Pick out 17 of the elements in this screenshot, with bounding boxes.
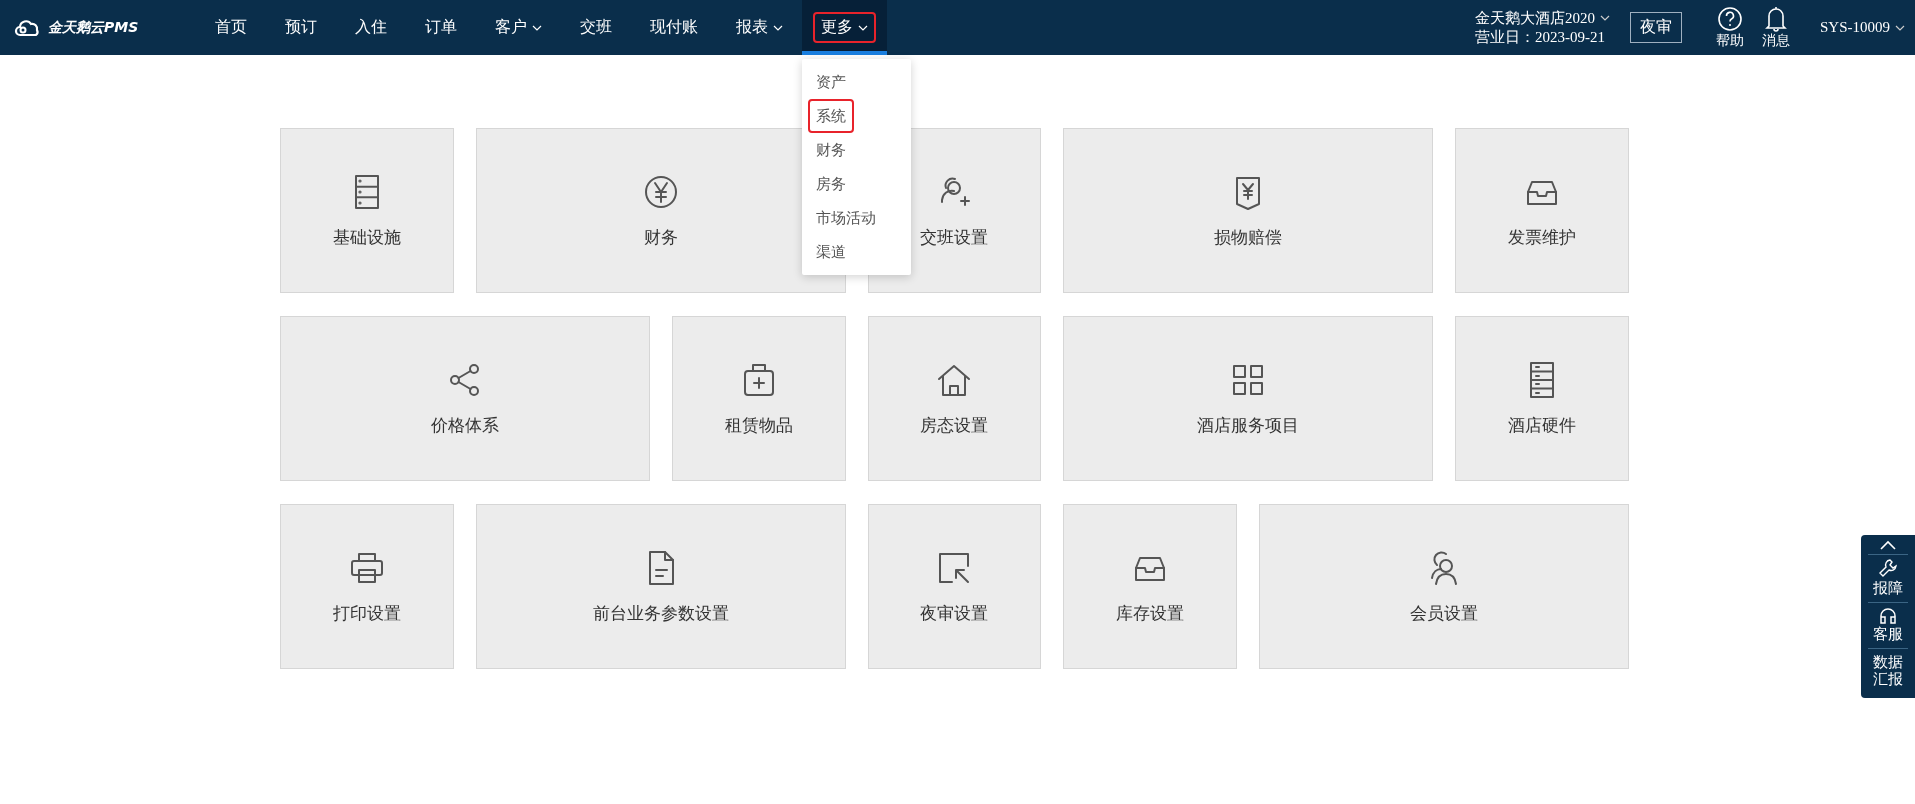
tile-label: 房态设置: [920, 415, 989, 437]
tile-label: 财务: [643, 227, 678, 249]
tile-label: 价格体系: [430, 415, 499, 437]
tile-label: 会员设置: [1410, 603, 1479, 625]
tile-label: 交班设置: [920, 227, 989, 249]
tile-label: 发票维护: [1508, 227, 1577, 249]
tile-label: 前台业务参数设置: [592, 603, 729, 625]
tile-label: 夜审设置: [920, 603, 989, 625]
tile-label: 酒店硬件: [1508, 415, 1577, 437]
tile-label: 酒店服务项目: [1197, 415, 1300, 437]
tile-label: 租赁物品: [724, 415, 793, 437]
tile-label: 损物赔偿: [1214, 227, 1283, 249]
tile-label: 基础设施: [332, 227, 401, 249]
app-logo-text: 金天鹅云PMS: [48, 18, 139, 37]
business-day: 营业日：2023-09-21: [1475, 27, 1610, 47]
tile-label: 库存设置: [1116, 603, 1185, 625]
tile-label: 打印设置: [332, 603, 401, 625]
